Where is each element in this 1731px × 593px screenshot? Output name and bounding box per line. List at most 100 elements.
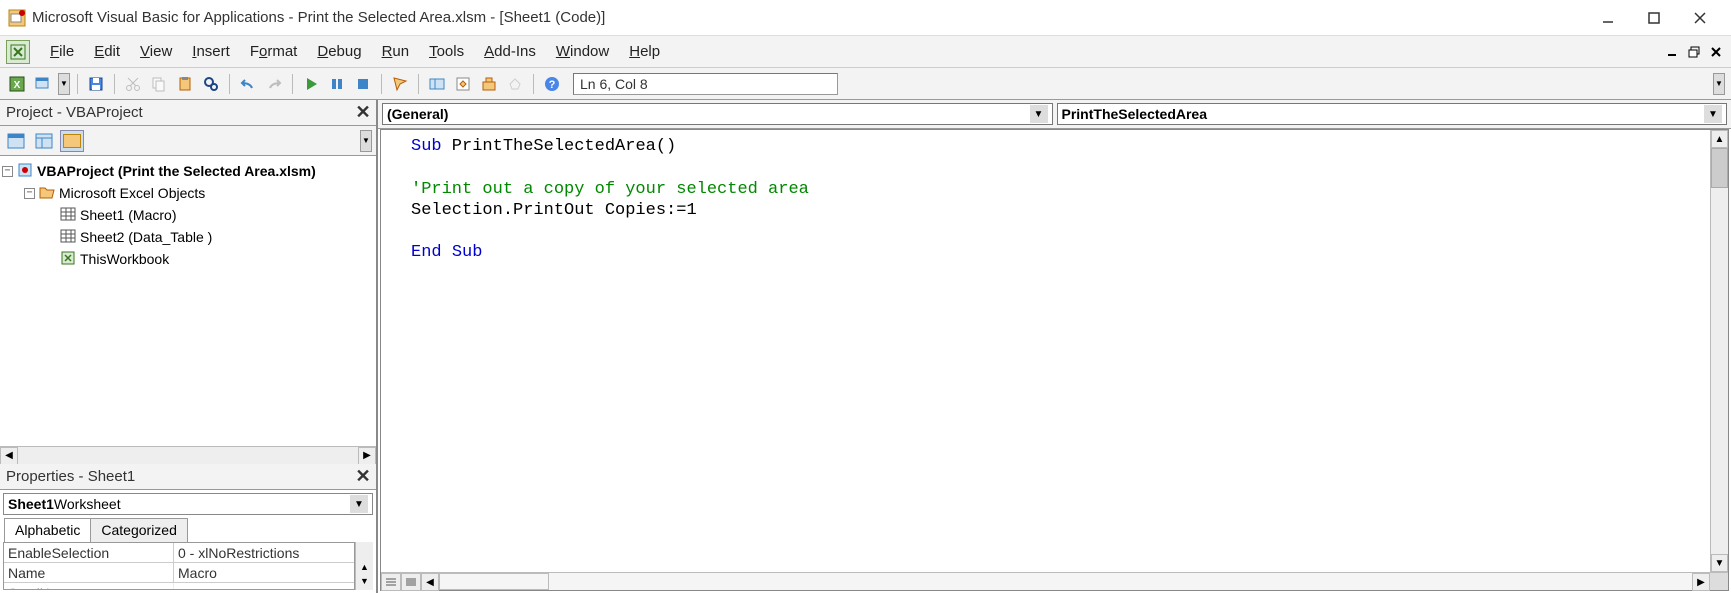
mdi-minimize-button[interactable]: [1663, 43, 1681, 61]
collapse-icon[interactable]: −: [24, 188, 35, 199]
scroll-down-icon[interactable]: ▼: [356, 576, 373, 590]
scroll-thumb[interactable]: [1711, 148, 1728, 188]
scroll-left-icon[interactable]: ◀: [421, 573, 439, 591]
tree-item-thisworkbook[interactable]: ThisWorkbook: [2, 248, 374, 270]
dropdown-arrow-icon[interactable]: ▼: [1704, 105, 1722, 123]
excel-icon[interactable]: [6, 40, 30, 64]
insert-userform-icon[interactable]: [32, 73, 54, 95]
standard-toolbar: X ▼ ? Ln 6, Col 8 ▼: [0, 68, 1731, 100]
toolbar-overflow-icon[interactable]: ▼: [1713, 73, 1725, 95]
properties-grid[interactable]: EnableSelection 0 - xlNoRestrictions Nam…: [3, 542, 355, 590]
menu-insert[interactable]: Insert: [182, 39, 240, 64]
run-icon[interactable]: [300, 73, 322, 95]
find-icon[interactable]: [200, 73, 222, 95]
help-icon[interactable]: ?: [541, 73, 563, 95]
scroll-up-icon[interactable]: ▲: [1711, 130, 1728, 148]
scroll-right-icon[interactable]: ▶: [358, 447, 376, 465]
scroll-left-icon[interactable]: ◀: [0, 447, 18, 465]
maximize-button[interactable]: [1631, 3, 1677, 33]
close-button[interactable]: [1677, 3, 1723, 33]
properties-panel: Properties - Sheet1 ✕ Sheet1 Worksheet ▼…: [0, 464, 376, 593]
left-panels: Project - VBAProject ✕ ▼ − VBAProject (P…: [0, 100, 378, 593]
property-name: Name: [4, 563, 174, 582]
tree-item-label: ThisWorkbook: [80, 251, 169, 267]
cut-icon[interactable]: [122, 73, 144, 95]
project-panel-title: Project - VBAProject: [6, 104, 143, 121]
properties-window-icon[interactable]: [452, 73, 474, 95]
scroll-right-icon[interactable]: ▶: [1692, 573, 1710, 591]
full-module-view-button[interactable]: [401, 573, 421, 591]
property-value[interactable]: Macro: [174, 563, 354, 582]
project-tree[interactable]: − VBAProject (Print the Selected Area.xl…: [0, 156, 376, 446]
properties-panel-close-button[interactable]: ✕: [352, 466, 374, 488]
procedure-view-button[interactable]: [381, 573, 401, 591]
code-editor[interactable]: Sub PrintTheSelectedArea() 'Print out a …: [380, 129, 1729, 591]
tree-item-sheet1[interactable]: Sheet1 (Macro): [2, 204, 374, 226]
menu-tools[interactable]: Tools: [419, 39, 474, 64]
minimize-button[interactable]: [1585, 3, 1631, 33]
dropdown-arrow-icon[interactable]: ▼: [1030, 105, 1048, 123]
copy-icon[interactable]: [148, 73, 170, 95]
tree-item-label: Sheet1 (Macro): [80, 207, 176, 223]
tree-folder-label: Microsoft Excel Objects: [59, 185, 205, 201]
undo-icon[interactable]: [237, 73, 259, 95]
code-editor-panel: (General) ▼ PrintTheSelectedArea ▼ Sub P…: [378, 100, 1731, 593]
toggle-folders-icon[interactable]: [60, 130, 84, 152]
editor-object-proc-row: (General) ▼ PrintTheSelectedArea ▼: [378, 100, 1731, 129]
collapse-icon[interactable]: −: [2, 166, 13, 177]
properties-vertical-scrollbar[interactable]: ▲ ▼: [355, 542, 373, 590]
tab-alphabetic[interactable]: Alphabetic: [4, 518, 91, 542]
menu-addins[interactable]: Add-Ins: [474, 39, 546, 64]
redo-icon[interactable]: [263, 73, 285, 95]
design-mode-icon[interactable]: [389, 73, 411, 95]
project-panel-close-button[interactable]: ✕: [352, 102, 374, 124]
insert-dropdown-icon[interactable]: ▼: [58, 73, 70, 95]
project-toolbar-overflow-icon[interactable]: ▼: [360, 130, 372, 152]
menu-edit[interactable]: Edit: [84, 39, 130, 64]
view-object-icon[interactable]: [32, 130, 56, 152]
object-combo[interactable]: (General) ▼: [382, 103, 1053, 125]
view-excel-icon[interactable]: X: [6, 73, 28, 95]
cursor-position-field: Ln 6, Col 8: [573, 73, 838, 95]
dropdown-arrow-icon[interactable]: ▼: [350, 495, 368, 513]
properties-tabs: Alphabetic Categorized: [0, 518, 376, 542]
mdi-close-button[interactable]: [1707, 43, 1725, 61]
scroll-track[interactable]: [549, 573, 1692, 590]
break-icon[interactable]: [326, 73, 348, 95]
property-row[interactable]: Name Macro: [4, 563, 354, 583]
tree-item-sheet2[interactable]: Sheet2 (Data_Table ): [2, 226, 374, 248]
object-name-bold: Sheet1: [8, 496, 54, 512]
menu-run[interactable]: Run: [372, 39, 420, 64]
tree-folder-row[interactable]: − Microsoft Excel Objects: [2, 182, 374, 204]
procedure-combo[interactable]: PrintTheSelectedArea ▼: [1057, 103, 1728, 125]
menu-debug[interactable]: Debug: [307, 39, 371, 64]
save-icon[interactable]: [85, 73, 107, 95]
menu-help[interactable]: Help: [619, 39, 670, 64]
code-text[interactable]: Sub PrintTheSelectedArea() 'Print out a …: [381, 130, 1728, 590]
menu-format[interactable]: Format: [240, 39, 308, 64]
scroll-up-icon[interactable]: ▲: [356, 562, 373, 576]
property-value[interactable]: 0 - xlNoRestrictions: [174, 543, 354, 562]
reset-icon[interactable]: [352, 73, 374, 95]
scroll-thumb[interactable]: [439, 573, 549, 590]
folder-open-icon: [39, 185, 55, 202]
object-selector-dropdown[interactable]: Sheet1 Worksheet ▼: [3, 493, 373, 515]
resize-grip: [1710, 573, 1728, 590]
scroll-down-icon[interactable]: ▼: [1711, 554, 1728, 572]
paste-icon[interactable]: [174, 73, 196, 95]
property-value[interactable]: [174, 583, 354, 590]
property-row[interactable]: ScrollArea: [4, 583, 354, 590]
project-explorer-icon[interactable]: [426, 73, 448, 95]
menu-view[interactable]: View: [130, 39, 182, 64]
tab-categorized[interactable]: Categorized: [90, 518, 188, 542]
view-code-icon[interactable]: [4, 130, 28, 152]
menu-window[interactable]: Window: [546, 39, 619, 64]
toolbox-icon[interactable]: [504, 73, 526, 95]
mdi-restore-button[interactable]: [1685, 43, 1703, 61]
project-horizontal-scrollbar[interactable]: ◀ ▶: [0, 446, 376, 464]
tree-root-row[interactable]: − VBAProject (Print the Selected Area.xl…: [2, 160, 374, 182]
object-browser-icon[interactable]: [478, 73, 500, 95]
menu-file[interactable]: File: [40, 39, 84, 64]
editor-vertical-scrollbar[interactable]: ▲ ▼: [1710, 130, 1728, 572]
property-row[interactable]: EnableSelection 0 - xlNoRestrictions: [4, 543, 354, 563]
